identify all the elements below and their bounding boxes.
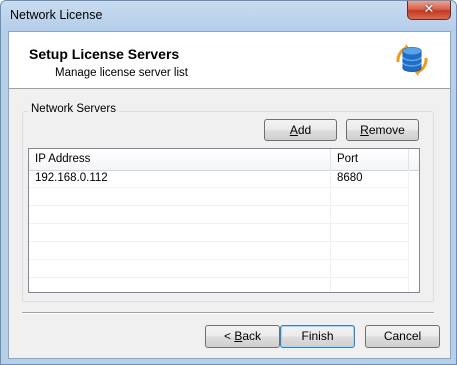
dialog-window: Network License ✕ Setup License Servers … bbox=[0, 0, 457, 365]
empty-table-row bbox=[29, 224, 409, 242]
empty-table-row bbox=[29, 278, 409, 292]
empty-table-row bbox=[29, 242, 409, 260]
title-bar[interactable]: Network License ✕ bbox=[1, 1, 456, 31]
table-row[interactable]: 192.168.0.112 8680 bbox=[29, 170, 409, 188]
remove-button-accel: R bbox=[360, 123, 369, 137]
servers-table[interactable]: IP Address Port 192.168.0.112 8680 bbox=[28, 148, 420, 293]
window-title: Network License bbox=[10, 8, 103, 22]
cancel-button[interactable]: Cancel bbox=[365, 325, 440, 348]
database-sync-icon bbox=[396, 44, 428, 76]
add-button[interactable]: Add bbox=[264, 119, 337, 141]
ip-address-cell: 192.168.0.112 bbox=[29, 170, 331, 187]
port-cell: 8680 bbox=[331, 170, 409, 187]
empty-table-row bbox=[29, 260, 409, 278]
footer-separator bbox=[22, 312, 434, 314]
network-servers-label: Network Servers bbox=[28, 103, 119, 115]
add-button-accel: A bbox=[289, 123, 298, 137]
empty-table-row bbox=[29, 206, 409, 224]
close-icon: ✕ bbox=[423, 2, 435, 17]
column-header-port[interactable]: Port bbox=[331, 149, 409, 170]
remove-button[interactable]: Remove bbox=[346, 119, 419, 141]
column-header-ip-address[interactable]: IP Address bbox=[29, 149, 331, 170]
add-button-label-rest: dd bbox=[297, 123, 312, 137]
table-header: IP Address Port bbox=[29, 149, 419, 171]
close-button[interactable]: ✕ bbox=[407, 1, 451, 20]
wizard-header: Setup License Servers Manage license ser… bbox=[9, 32, 450, 89]
finish-button[interactable]: Finish bbox=[280, 325, 355, 348]
back-button-label-rest: ack bbox=[242, 329, 262, 343]
back-button-prefix: < bbox=[223, 329, 235, 343]
page-subtitle: Manage license server list bbox=[55, 67, 188, 79]
back-button[interactable]: < Back bbox=[205, 325, 280, 348]
empty-table-row bbox=[29, 188, 409, 206]
remove-button-label-rest: emove bbox=[368, 123, 405, 137]
dialog-client-area: Setup License Servers Manage license ser… bbox=[8, 31, 451, 359]
page-title: Setup License Servers bbox=[29, 46, 180, 62]
